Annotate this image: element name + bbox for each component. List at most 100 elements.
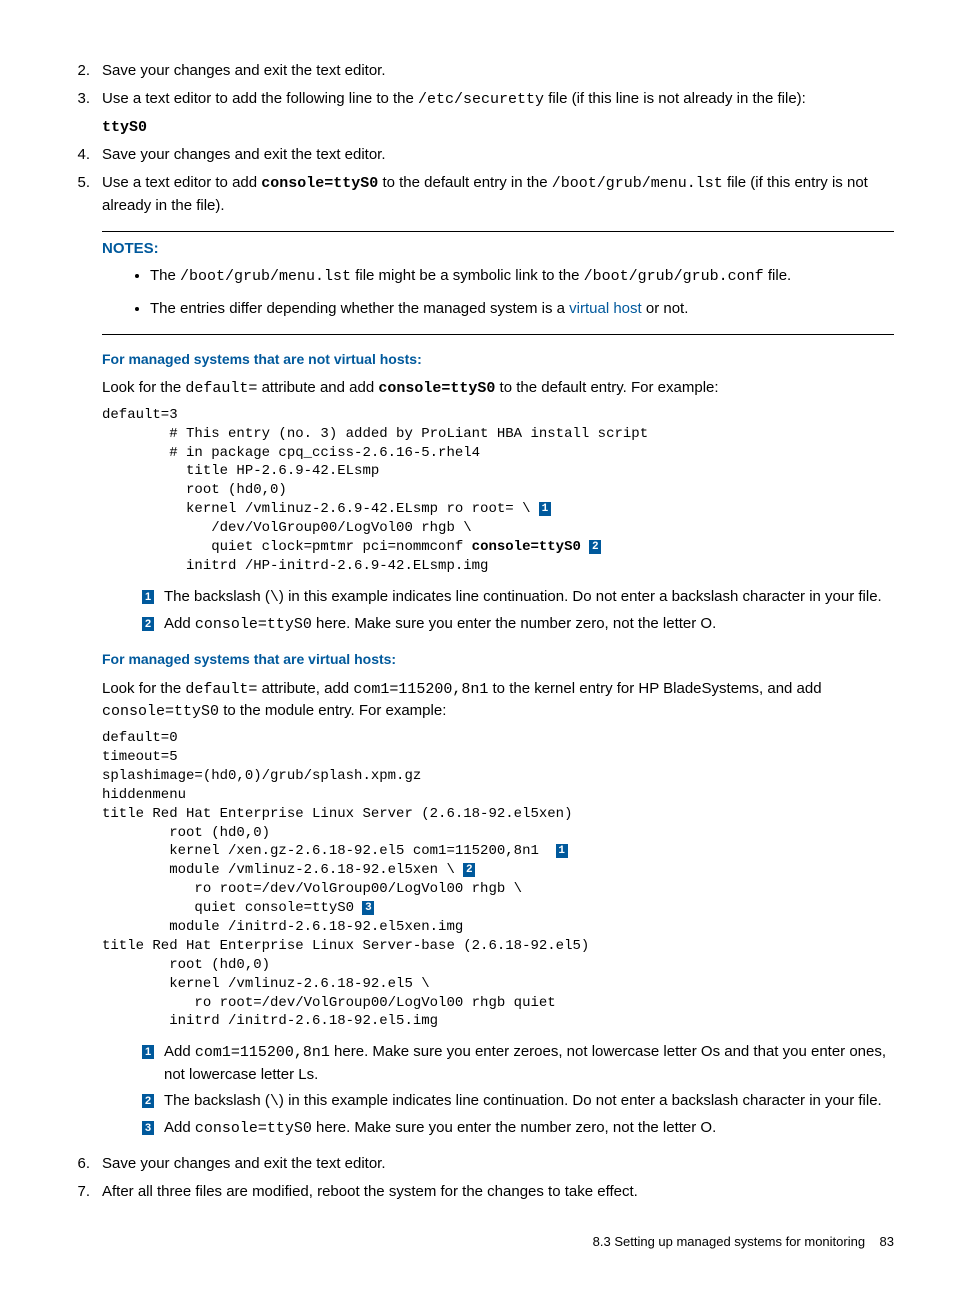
code-line: kernel /vmlinuz-2.6.18-92.el5 \ xyxy=(102,976,430,992)
code-bold: console=ttyS0 xyxy=(472,539,581,555)
text: Add xyxy=(164,1043,195,1060)
code-line: title HP-2.6.9-42.ELsmp xyxy=(102,463,379,479)
step-text: Save your changes and exit the text edit… xyxy=(102,144,894,166)
callout-text: Add com1=115200,8n1 here. Make sure you … xyxy=(164,1041,894,1086)
callout-item: 1 The backslash (\) in this example indi… xyxy=(142,586,894,609)
text: Use a text editor to add the following l… xyxy=(102,90,418,107)
step-text: After all three files are modified, rebo… xyxy=(102,1181,894,1203)
code-line: # This entry (no. 3) added by ProLiant H… xyxy=(102,426,648,442)
text: here. Make sure you enter the number zer… xyxy=(312,1119,716,1136)
intro-text: Look for the default= attribute, add com… xyxy=(102,678,894,724)
divider xyxy=(102,231,894,232)
text: The xyxy=(150,267,180,284)
code: com1=115200,8n1 xyxy=(195,1044,330,1061)
callout-item: 2 Add console=ttyS0 here. Make sure you … xyxy=(142,613,894,636)
code-line: module /initrd-2.6.18-92.el5xen.img xyxy=(102,919,463,935)
step-2: 2. Save your changes and exit the text e… xyxy=(60,60,894,82)
page-footer: 8.3 Setting up managed systems for monit… xyxy=(60,1233,894,1252)
code-line: root (hd0,0) xyxy=(102,482,287,498)
code-line: root (hd0,0) xyxy=(102,957,270,973)
text: file might be a symbolic link to the xyxy=(351,267,584,284)
code: console=ttyS0 xyxy=(378,380,495,397)
code: console=ttyS0 xyxy=(261,175,378,192)
code-line: title Red Hat Enterprise Linux Server (2… xyxy=(102,806,572,822)
step-number: 4. xyxy=(60,144,102,166)
text: Add xyxy=(164,615,195,632)
callout-marker: 2 xyxy=(142,1094,154,1108)
code-line: title Red Hat Enterprise Linux Server-ba… xyxy=(102,938,589,954)
note-item: The /boot/grub/menu.lst file might be a … xyxy=(150,265,894,288)
step-5: 5. Use a text editor to add console=ttyS… xyxy=(60,172,894,1147)
text: Use a text editor to add xyxy=(102,174,261,191)
step-7: 7. After all three files are modified, r… xyxy=(60,1181,894,1203)
page-content: 2. Save your changes and exit the text e… xyxy=(60,60,894,1252)
notes-title: NOTES: xyxy=(102,238,894,260)
code-line: ro root=/dev/VolGroup00/LogVol00 rhgb \ xyxy=(102,881,522,897)
footer-section: 8.3 Setting up managed systems for monit… xyxy=(593,1234,865,1249)
code-block-1: default=3 # This entry (no. 3) added by … xyxy=(102,406,894,576)
code-line: root (hd0,0) xyxy=(102,825,270,841)
step-number: 7. xyxy=(60,1181,102,1203)
text: Look for the xyxy=(102,379,185,396)
step-3: 3. Use a text editor to add the followin… xyxy=(60,88,894,139)
text: ) in this example indicates line continu… xyxy=(279,588,882,605)
text: or not. xyxy=(642,300,689,317)
code: console=ttyS0 xyxy=(102,703,219,720)
text: here. Make sure you enter the number zer… xyxy=(312,615,716,632)
callout-marker: 1 xyxy=(142,1045,154,1059)
step-4: 4. Save your changes and exit the text e… xyxy=(60,144,894,166)
callout-marker: 2 xyxy=(589,540,601,554)
code: console=ttyS0 xyxy=(195,616,312,633)
subheading-non-virtual: For managed systems that are not virtual… xyxy=(102,349,894,369)
callout-marker: 3 xyxy=(142,1121,154,1135)
code-line: ro root=/dev/VolGroup00/LogVol00 rhgb qu… xyxy=(102,995,556,1011)
callout-text: Add console=ttyS0 here. Make sure you en… xyxy=(164,613,894,636)
attr: default= xyxy=(185,681,257,698)
slash: \ xyxy=(270,1093,279,1110)
callout-marker: 1 xyxy=(142,590,154,604)
step-number: 5. xyxy=(60,172,102,1147)
code-line: hiddenmenu xyxy=(102,787,186,803)
step-6: 6. Save your changes and exit the text e… xyxy=(60,1153,894,1175)
notes-block: NOTES: The /boot/grub/menu.lst file migh… xyxy=(102,238,894,320)
step-number: 2. xyxy=(60,60,102,82)
code-line: quiet clock=pmtmr pci=nommconf xyxy=(102,539,472,555)
callout-item: 3 Add console=ttyS0 here. Make sure you … xyxy=(142,1117,894,1140)
step-body: Use a text editor to add the following l… xyxy=(102,88,894,139)
page-number: 83 xyxy=(880,1234,894,1249)
callout-list-2: 1 Add com1=115200,8n1 here. Make sure yo… xyxy=(142,1041,894,1139)
code-line: default=3 xyxy=(102,407,178,423)
text: attribute, add xyxy=(257,680,353,697)
code-block-2: default=0 timeout=5 splashimage=(hd0,0)/… xyxy=(102,729,894,1031)
step-text: Save your changes and exit the text edit… xyxy=(102,1153,894,1175)
virtual-host-link[interactable]: virtual host xyxy=(569,300,642,317)
step-text: Save your changes and exit the text edit… xyxy=(102,60,894,82)
callout-text: The backslash (\) in this example indica… xyxy=(164,586,894,609)
text: ) in this example indicates line continu… xyxy=(279,1092,882,1109)
code-line: module /vmlinuz-2.6.18-92.el5xen \ xyxy=(102,862,463,878)
path: /boot/grub/grub.conf xyxy=(584,268,764,285)
callout-list-1: 1 The backslash (\) in this example indi… xyxy=(142,586,894,636)
callout-marker: 3 xyxy=(362,901,374,915)
code-line: initrd /initrd-2.6.18-92.el5.img xyxy=(102,1013,438,1029)
text: The backslash ( xyxy=(164,1092,270,1109)
step-body: Use a text editor to add console=ttyS0 t… xyxy=(102,172,894,1147)
code-line: initrd /HP-initrd-2.6.9-42.ELsmp.img xyxy=(102,558,488,574)
code-line: quiet console=ttyS0 xyxy=(102,900,362,916)
text: attribute and add xyxy=(257,379,378,396)
path: /etc/securetty xyxy=(418,91,544,108)
intro-text: Look for the default= attribute and add … xyxy=(102,377,894,400)
code-line xyxy=(581,539,589,555)
text: file (if this line is not already in the… xyxy=(544,90,806,107)
callout-item: 2 The backslash (\) in this example indi… xyxy=(142,1090,894,1113)
text: The backslash ( xyxy=(164,588,270,605)
code-line: default=0 xyxy=(102,730,178,746)
divider xyxy=(102,334,894,335)
code-line: splashimage=(hd0,0)/grub/splash.xpm.gz xyxy=(102,768,421,784)
notes-list: The /boot/grub/menu.lst file might be a … xyxy=(102,265,894,320)
text: to the kernel entry for HP BladeSystems,… xyxy=(488,680,821,697)
path: /boot/grub/menu.lst xyxy=(180,268,351,285)
code-line: /dev/VolGroup00/LogVol00 rhgb \ xyxy=(102,520,472,536)
text: The entries differ depending whether the… xyxy=(150,300,569,317)
step-number: 3. xyxy=(60,88,102,139)
